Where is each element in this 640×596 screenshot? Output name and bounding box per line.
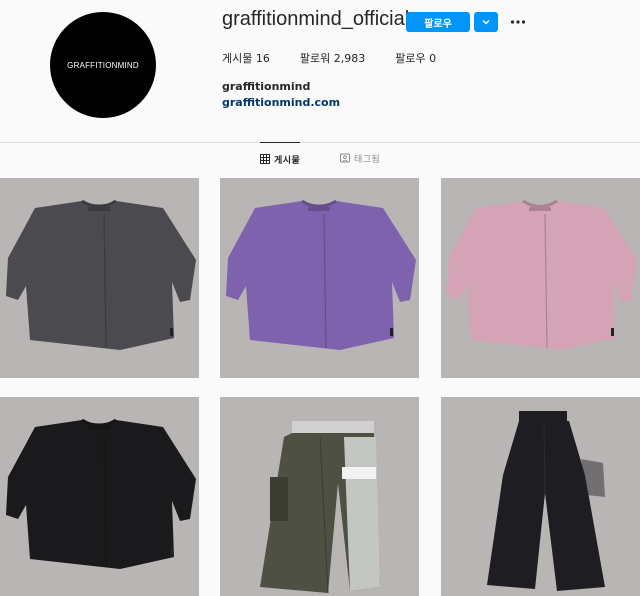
avatar-logo-text: GRAFFITIONMIND	[67, 60, 139, 70]
profile-tabs: 게시물 태그됨	[0, 142, 640, 174]
followers-count-label: 팔로워	[299, 52, 331, 65]
follow-button[interactable]: 팔로우	[406, 12, 470, 32]
profile-username: graffitionmind_official	[222, 8, 410, 30]
ellipsis-icon	[510, 20, 526, 24]
tshirt-image	[220, 178, 419, 378]
more-options-button[interactable]	[508, 12, 528, 32]
suggestions-dropdown-button[interactable]	[474, 12, 498, 32]
post-thumbnail[interactable]	[220, 397, 419, 596]
tab-tagged[interactable]: 태그됨	[340, 142, 380, 174]
tshirt-image	[441, 178, 640, 378]
followers-count[interactable]: 팔로워 2,983	[300, 50, 365, 66]
posts-count-label: 게시물	[222, 52, 253, 65]
profile-header: GRAFFITIONMIND graffitionmind_official 팔…	[0, 0, 640, 142]
post-thumbnail[interactable]	[441, 397, 640, 596]
tab-posts[interactable]: 게시물	[260, 142, 301, 175]
wide-pants-image	[441, 397, 640, 596]
tshirt-image	[0, 178, 199, 378]
posts-count-value: 16	[255, 52, 270, 65]
tagged-icon	[340, 153, 350, 163]
cargo-pants-image	[220, 397, 419, 596]
post-thumbnail[interactable]	[220, 178, 419, 378]
profile-full-name: graffitionmind	[222, 80, 311, 93]
profile-stats: 게시물 16 팔로워 2,983 팔로우 0	[222, 50, 466, 66]
avatar[interactable]: GRAFFITIONMIND	[50, 12, 156, 118]
following-count-value: 0	[429, 52, 437, 65]
post-grid	[0, 178, 640, 596]
post-thumbnail[interactable]	[0, 397, 199, 596]
tshirt-image	[0, 397, 199, 596]
following-count-label: 팔로우	[395, 52, 426, 65]
followers-count-value: 2,983	[333, 52, 366, 65]
tab-posts-label: 게시물	[274, 155, 301, 166]
posts-count: 게시물 16	[222, 50, 270, 66]
following-count[interactable]: 팔로우 0	[395, 50, 436, 66]
post-thumbnail[interactable]	[0, 178, 199, 378]
chevron-down-icon	[482, 20, 490, 25]
profile-website-link[interactable]: graffitionmind.com	[222, 96, 340, 109]
tab-tagged-label: 태그됨	[354, 154, 381, 165]
grid-icon	[260, 154, 270, 164]
post-thumbnail[interactable]	[441, 178, 640, 378]
